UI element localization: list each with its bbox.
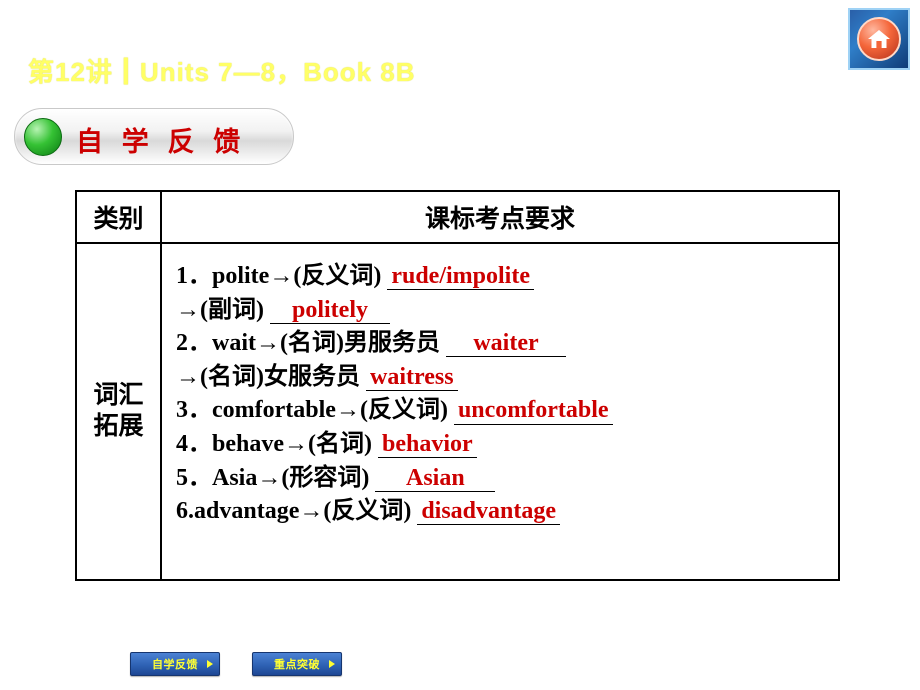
banner-bullet-icon	[24, 118, 62, 156]
home-icon	[857, 17, 901, 61]
list-item: 2．wait→(名词)男服务员 waiter	[176, 327, 613, 361]
item-answer: uncomfortable	[453, 398, 613, 425]
table-header-category: 类别	[77, 192, 162, 242]
table-row: 词汇 拓展 1．polite→(反义词) rude/impolite →(副词)…	[77, 244, 838, 579]
item-answer: politely	[269, 297, 390, 324]
category-label-line2: 拓展	[93, 412, 144, 440]
table-cell-category: 词汇 拓展	[77, 244, 162, 579]
category-label-line1: 词汇	[93, 382, 144, 409]
table-header-category-label: 类别	[93, 206, 144, 233]
list-item: 6.advantage→(反义词) disadvantage	[176, 495, 613, 529]
chevron-right-icon	[207, 660, 213, 668]
footer-button-self-study[interactable]: 自学反馈	[130, 652, 220, 676]
item-prompt: →(副词)	[176, 296, 264, 323]
list-item: 5．Asia→(形容词) Asian	[176, 462, 613, 496]
table-header-requirement: 课标考点要求	[162, 192, 838, 242]
item-prompt: 4．behave→(名词)	[176, 430, 372, 457]
vocabulary-list: 1．polite→(反义词) rude/impolite →(副词) polit…	[176, 260, 613, 529]
item-prompt: 5．Asia→(形容词)	[176, 464, 370, 491]
list-item: →(副词) politely	[176, 294, 613, 328]
footer-button-label: 重点突破	[274, 659, 320, 671]
home-button[interactable]	[848, 8, 910, 70]
banner-label: 自 学 反 馈	[76, 127, 247, 157]
item-answer: disadvantage	[417, 498, 561, 526]
item-answer: rude/impolite	[387, 263, 534, 291]
footer-button-label: 自学反馈	[152, 659, 198, 671]
header-divider	[0, 98, 845, 101]
category-label: 词汇 拓展	[93, 381, 143, 442]
page-title: 第12讲┃Units 7—8，Book 8B	[28, 57, 416, 87]
item-answer: behavior	[377, 431, 477, 459]
page-header: 第12讲┃Units 7—8，Book 8B	[0, 22, 845, 101]
list-item: 4．behave→(名词) behavior	[176, 428, 613, 462]
list-item: 3．comfortable→(反义词) uncomfortable	[176, 394, 613, 428]
item-prompt: 6.advantage→(反义词)	[176, 498, 412, 525]
table-cell-content: 1．polite→(反义词) rude/impolite →(副词) polit…	[162, 244, 838, 579]
table-header-row: 类别 课标考点要求	[77, 192, 838, 244]
chevron-right-icon	[329, 660, 335, 668]
item-prompt: 2．wait→(名词)男服务员	[176, 330, 440, 357]
section-banner: 自 学 反 馈	[14, 108, 294, 165]
footer-button-key-points[interactable]: 重点突破	[252, 652, 342, 676]
item-prompt: 3．comfortable→(反义词)	[176, 397, 448, 424]
table-header-requirement-label: 课标考点要求	[424, 206, 575, 233]
item-answer: Asian	[375, 465, 496, 492]
item-answer: waiter	[445, 330, 566, 358]
list-item: 1．polite→(反义词) rude/impolite	[176, 260, 613, 294]
item-answer: waitress	[365, 364, 458, 391]
item-prompt: →(名词)女服务员	[176, 363, 360, 390]
vocabulary-table: 类别 课标考点要求 词汇 拓展 1．polite→(反义词) rude/impo…	[75, 190, 840, 581]
list-item: →(名词)女服务员 waitress	[176, 361, 613, 395]
item-prompt: 1．polite→(反义词)	[176, 263, 382, 289]
footer-nav: 自学反馈 重点突破	[130, 652, 342, 676]
